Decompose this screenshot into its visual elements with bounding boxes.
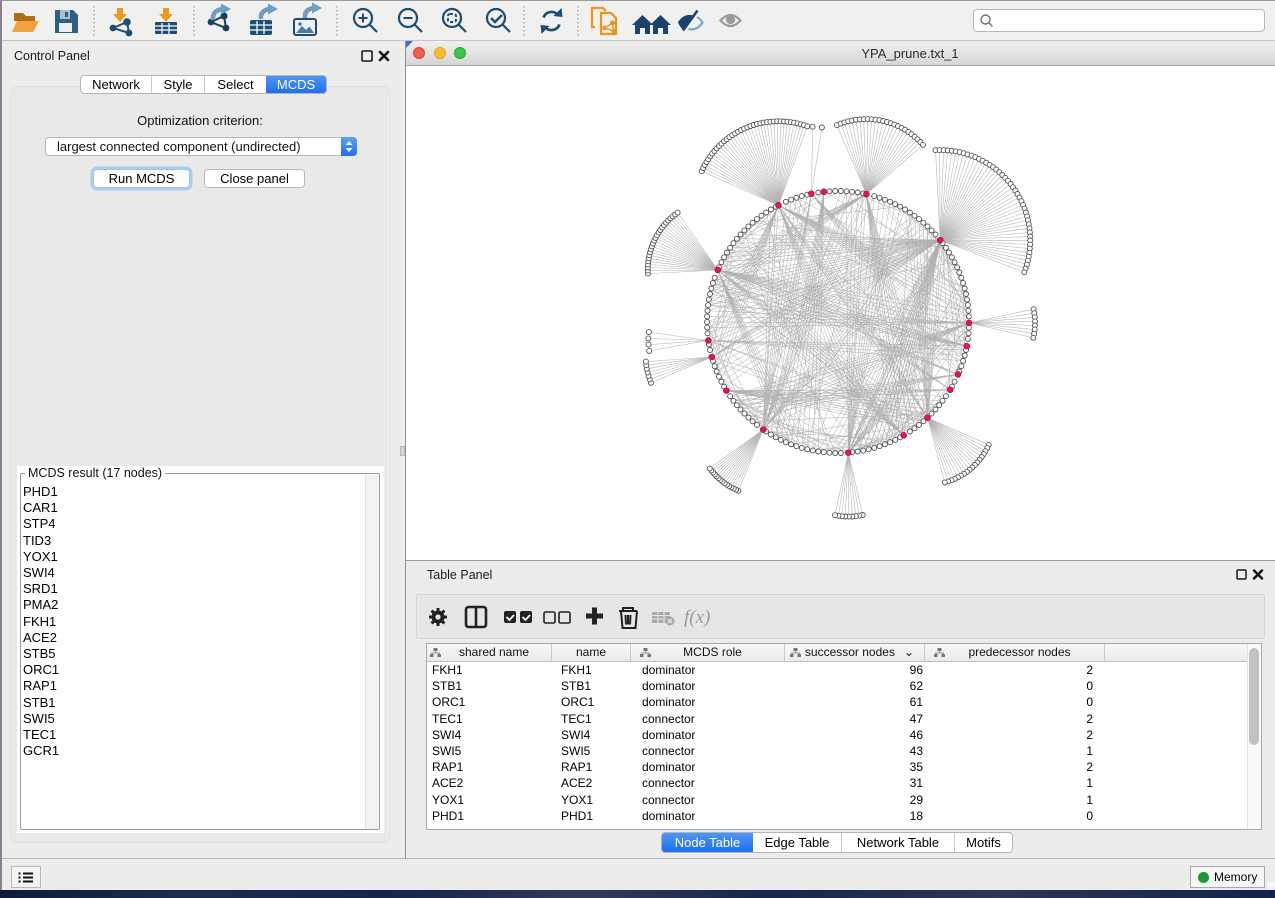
svg-text:f(x): f(x) bbox=[684, 607, 710, 628]
